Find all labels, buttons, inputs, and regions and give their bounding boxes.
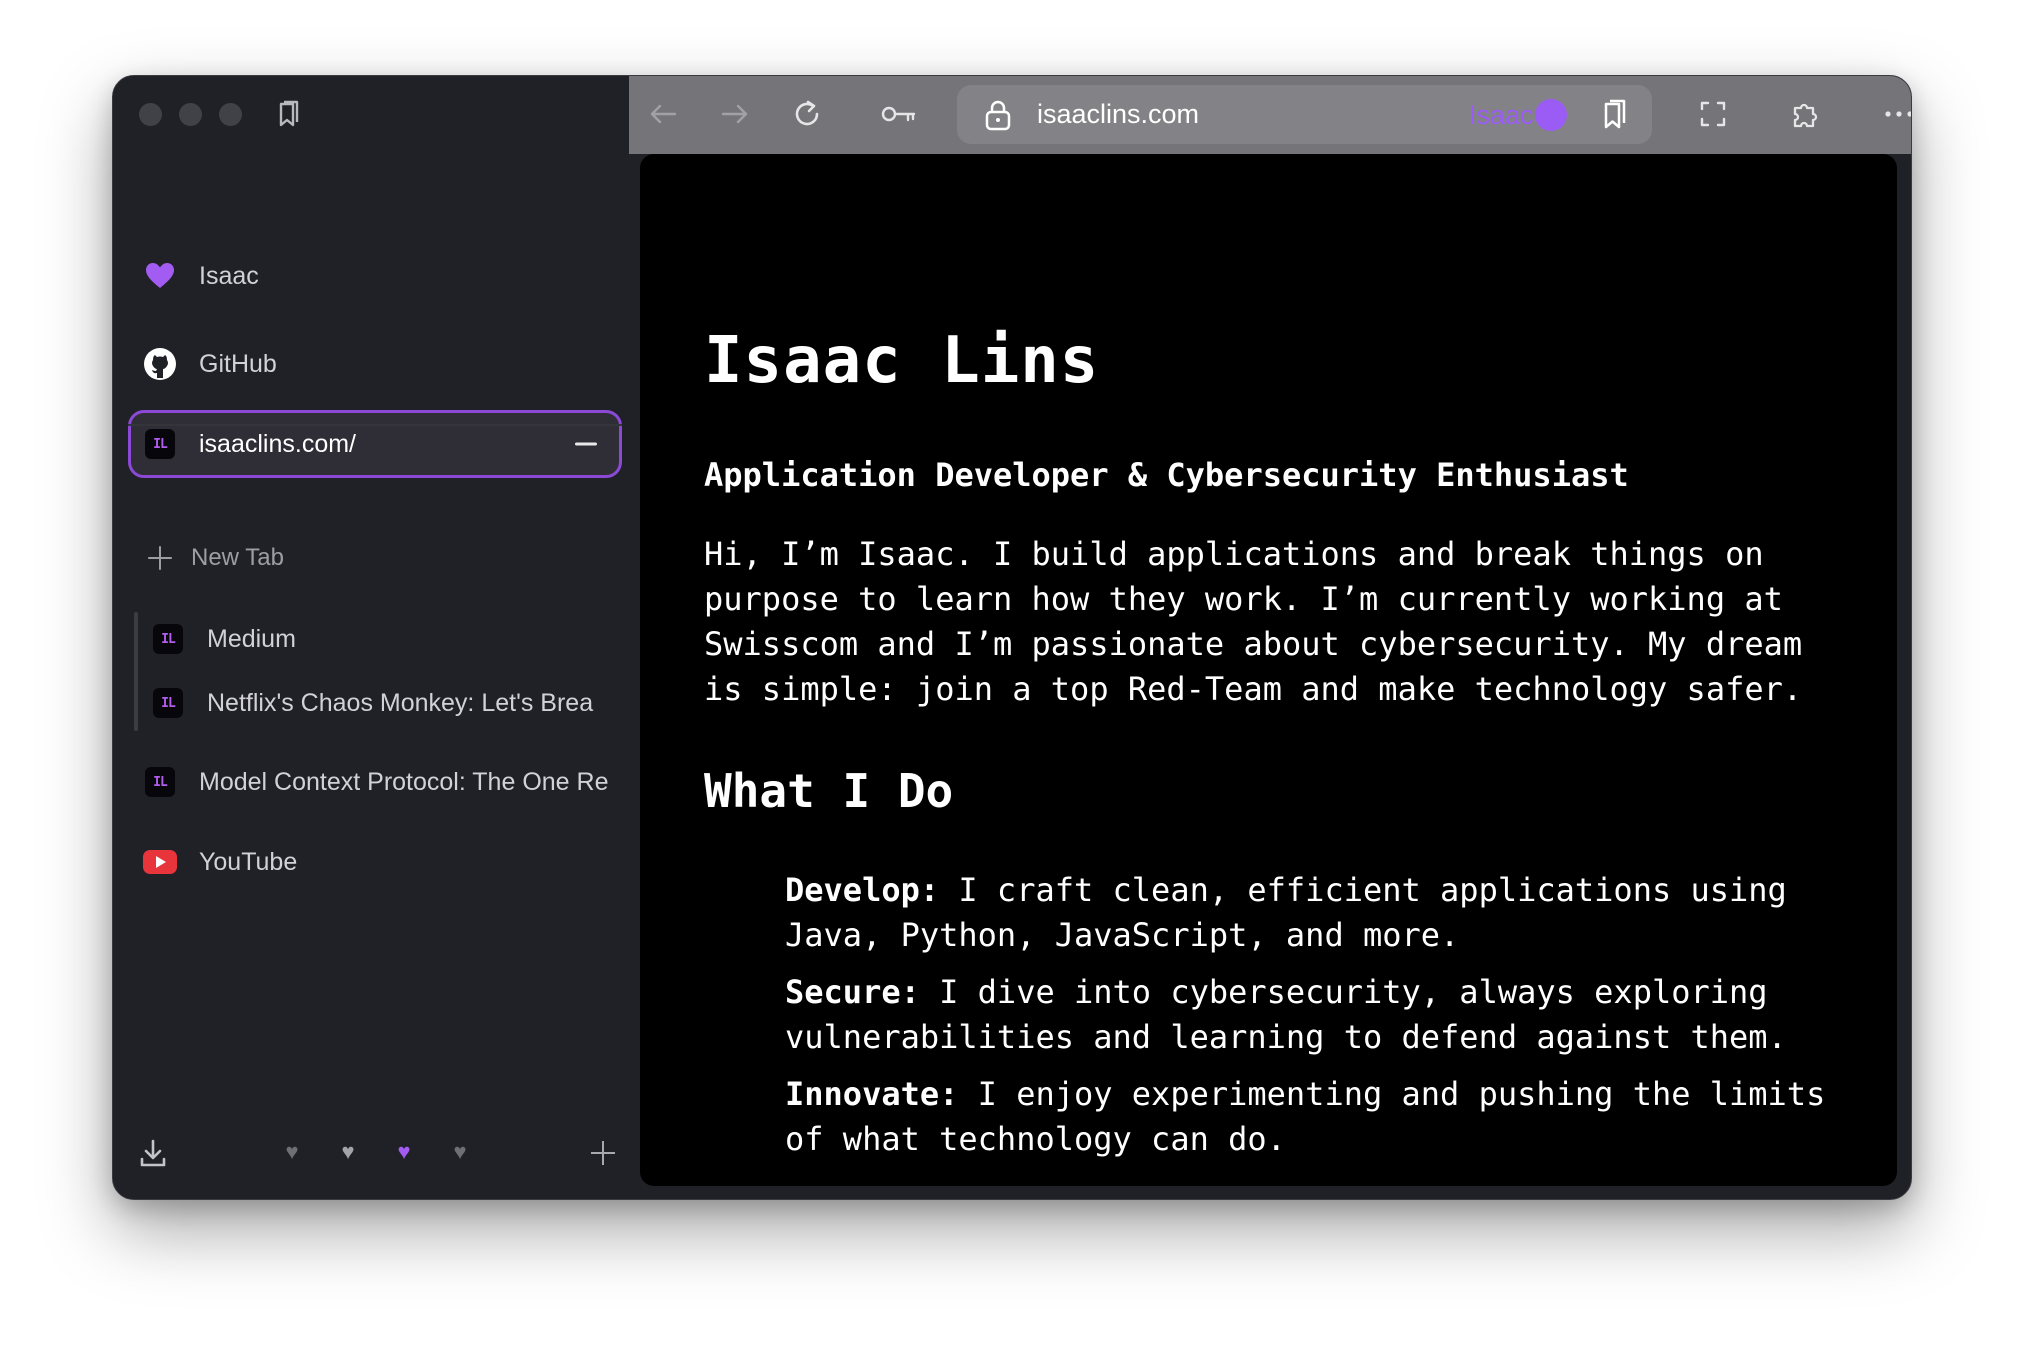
- url-text: isaaclins.com: [1037, 99, 1200, 129]
- tab-label: Netflix's Chaos Monkey: Let's Brea: [207, 688, 594, 717]
- fullscreen-icon: [1700, 101, 1726, 127]
- item-term: Develop:: [785, 871, 940, 909]
- add-space-button[interactable]: [589, 1139, 617, 1167]
- tab-label: Medium: [207, 624, 296, 653]
- il-badge-icon: IL: [151, 622, 185, 656]
- page-title: Isaac Lins: [704, 324, 1100, 398]
- broken-heart-icon[interactable]: ♥: [446, 1138, 474, 1166]
- grey-heart-icon[interactable]: ♥: [278, 1138, 306, 1166]
- active-tab-isaaclins[interactable]: IL isaaclins.com/: [128, 410, 622, 478]
- list-item: Innovate: I enjoy experimenting and push…: [785, 1072, 1845, 1162]
- reload-icon: [795, 100, 819, 126]
- minimize-window-button[interactable]: [179, 103, 202, 126]
- github-icon: [143, 347, 177, 381]
- purple-heart-icon: [143, 259, 177, 293]
- downloads-icon[interactable]: [137, 1137, 169, 1169]
- grey-heart-icon[interactable]: ♥: [334, 1138, 362, 1166]
- section-heading: What I Do: [704, 764, 954, 818]
- unpin-button[interactable]: [575, 442, 597, 446]
- purple-heart-icon[interactable]: ♥: [390, 1138, 418, 1166]
- tab-netflix-chaos-monkey[interactable]: IL Netflix's Chaos Monkey: Let's Brea: [136, 669, 622, 737]
- new-tab-button[interactable]: New Tab: [147, 538, 284, 578]
- bookmarks-icon[interactable]: [273, 99, 303, 129]
- tab-medium[interactable]: IL Medium: [136, 605, 622, 673]
- intro-paragraph: Hi, I’m Isaac. I build applications and …: [704, 535, 1803, 708]
- lock-icon: [985, 100, 1011, 131]
- address-bar[interactable]: isaaclins.com Isaac: [957, 85, 1652, 144]
- sidebar-divider: [128, 424, 622, 426]
- il-badge-icon: IL: [151, 686, 185, 720]
- sidebar: Isaac GitHub IL isaaclins.com/ New Tab I…: [113, 76, 629, 1199]
- tab-label: Model Context Protocol: The One Re: [199, 767, 609, 796]
- arrow-left-icon: [650, 104, 677, 124]
- pinned-tab-isaac[interactable]: Isaac: [128, 242, 622, 310]
- key-icon: [881, 106, 916, 122]
- list-item: Secure: I dive into cybersecurity, alway…: [785, 970, 1845, 1060]
- plus-icon: [147, 545, 173, 571]
- forward-button[interactable]: [715, 94, 755, 134]
- il-badge-icon: IL: [143, 765, 177, 799]
- space-switcher: ♥ ♥ ♥ ♥: [278, 1138, 474, 1166]
- active-tab-label: isaaclins.com/: [199, 429, 356, 458]
- close-window-button[interactable]: [139, 103, 162, 126]
- list-item: Develop: I craft clean, efficient applic…: [785, 868, 1845, 958]
- item-term: Secure:: [785, 973, 920, 1011]
- arrow-right-icon: [721, 104, 748, 124]
- item-text: I dive into cybersecurity, always explor…: [785, 973, 1787, 1056]
- maximize-window-button[interactable]: [219, 103, 242, 126]
- new-tab-label: New Tab: [191, 544, 284, 571]
- back-button[interactable]: [643, 94, 683, 134]
- what-i-do-list: Develop: I craft clean, efficient applic…: [785, 868, 1845, 1174]
- passwords-button[interactable]: [879, 94, 919, 134]
- more-menu-button[interactable]: [1879, 94, 1911, 134]
- toolbar: isaaclins.com Isaac: [629, 76, 1911, 154]
- profile-avatar[interactable]: [1535, 99, 1567, 131]
- il-badge-icon: IL: [143, 427, 177, 461]
- web-page-content: Isaac Lins Application Developer & Cyber…: [640, 154, 1897, 1186]
- bookmark-icon[interactable]: [1597, 98, 1631, 132]
- tab-label: YouTube: [199, 847, 298, 876]
- ellipsis-icon: [1885, 111, 1911, 117]
- reload-button[interactable]: [787, 94, 827, 134]
- puzzle-icon: [1793, 103, 1818, 128]
- pinned-tab-label: GitHub: [199, 349, 277, 378]
- youtube-icon: [143, 845, 177, 879]
- tab-model-context-protocol[interactable]: IL Model Context Protocol: The One Re: [128, 748, 622, 816]
- extensions-button[interactable]: [1785, 94, 1825, 134]
- browser-window: Isaac GitHub IL isaaclins.com/ New Tab I…: [112, 75, 1912, 1200]
- item-term: Innovate:: [785, 1075, 959, 1113]
- page-subtitle: Application Developer & Cybersecurity En…: [704, 456, 1629, 494]
- pinned-tab-github[interactable]: GitHub: [128, 330, 622, 398]
- sidebar-footer: ♥ ♥ ♥ ♥: [113, 1119, 629, 1199]
- pinned-tab-label: Isaac: [199, 261, 259, 290]
- tab-youtube[interactable]: YouTube: [128, 828, 622, 896]
- profile-name[interactable]: Isaac: [1469, 100, 1534, 131]
- fullscreen-button[interactable]: [1693, 94, 1733, 134]
